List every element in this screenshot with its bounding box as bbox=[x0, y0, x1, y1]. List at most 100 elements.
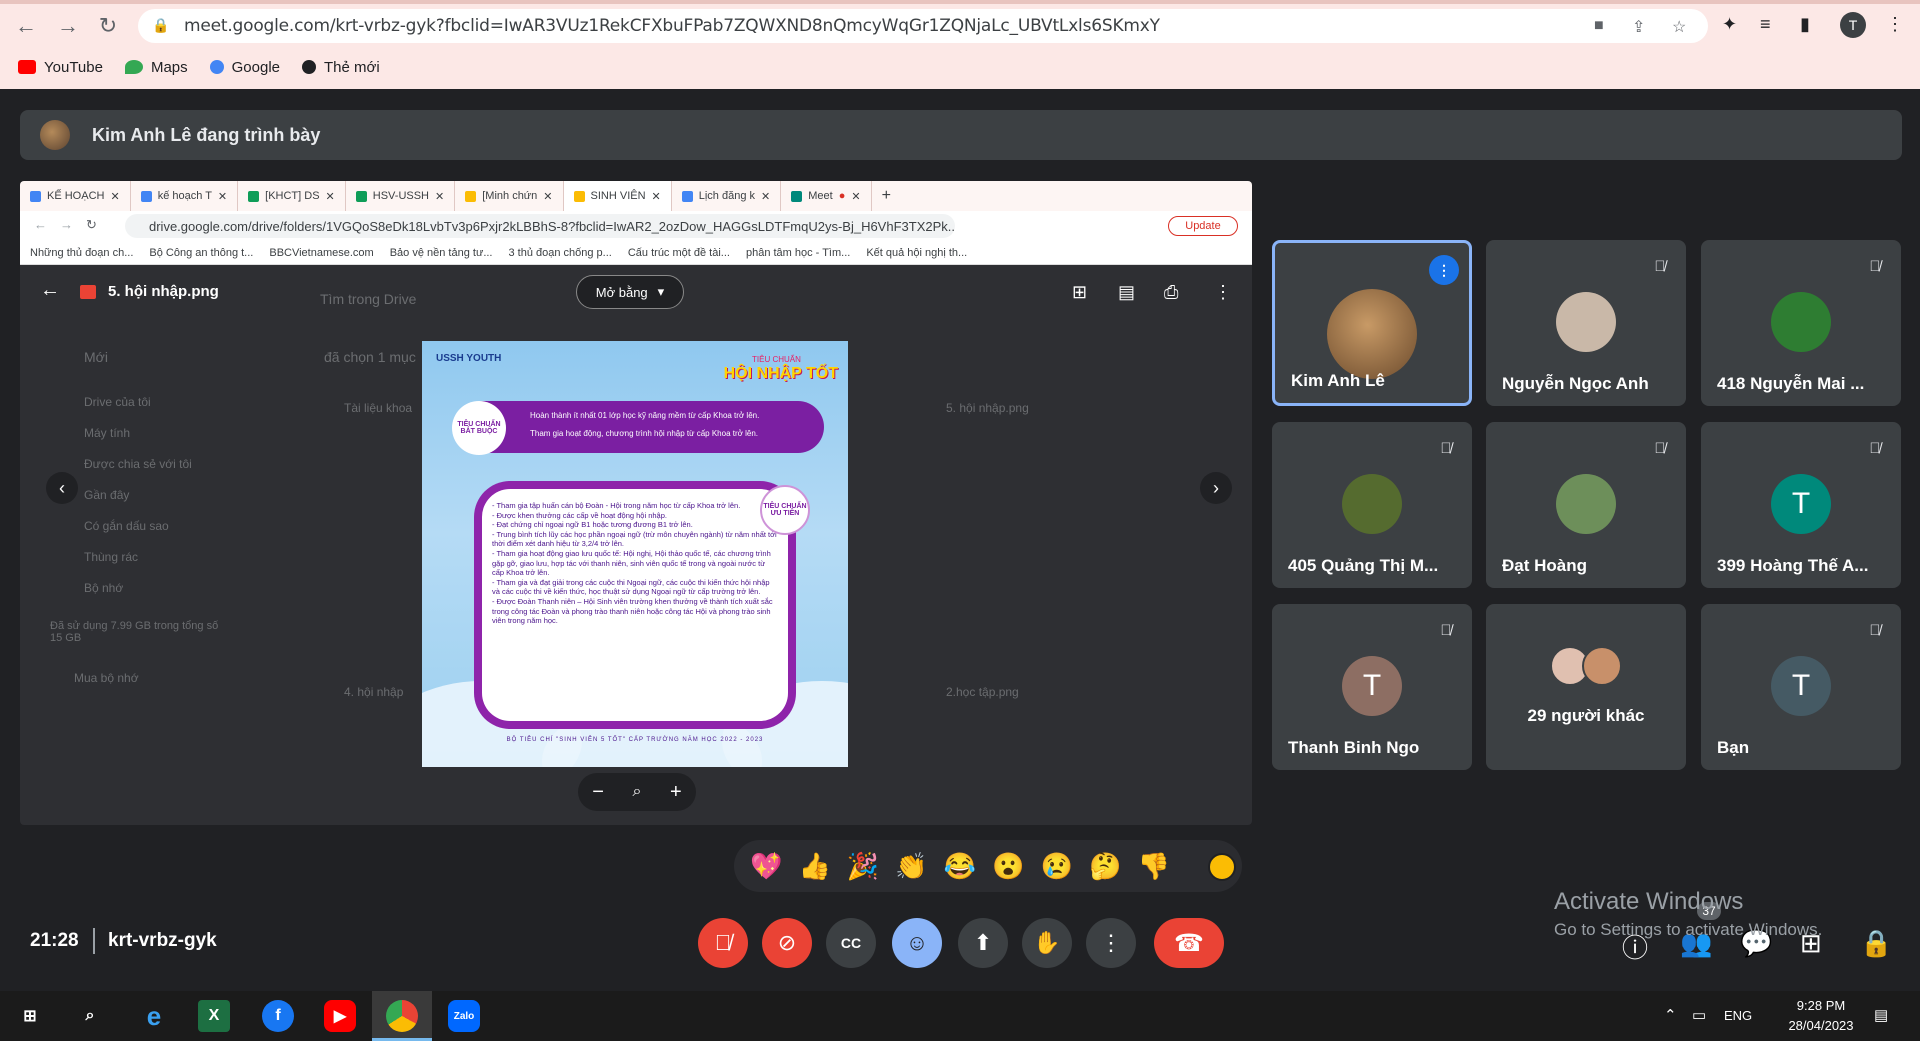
reaction-laugh[interactable]: 😂 bbox=[944, 851, 976, 882]
bookmark-new-tab[interactable]: Thẻ mới bbox=[302, 56, 380, 78]
shared-tab: Meet ● ✕ bbox=[781, 181, 872, 211]
reaction-party[interactable]: 🎉 bbox=[847, 851, 879, 882]
mic-toggle-button[interactable]: 🎙̸ bbox=[698, 918, 748, 968]
reactions-bar: 💖 👍 🎉 👏 😂 😮 😢 🤔 👎 bbox=[734, 840, 1242, 892]
reaction-thinking[interactable]: 🤔 bbox=[1089, 851, 1121, 882]
skin-tone-button[interactable] bbox=[1208, 853, 1236, 881]
side-panel-icon[interactable]: ▮ bbox=[1800, 14, 1810, 35]
present-button[interactable]: ⬆ bbox=[958, 918, 1008, 968]
activate-windows-title: Activate Windows bbox=[1554, 888, 1744, 915]
menu-icon[interactable]: ⋮ bbox=[1886, 14, 1904, 35]
participant-tile[interactable]: 🎙̸ Nguyễn Ngọc Anh bbox=[1486, 240, 1686, 406]
battery-icon[interactable]: ▭ bbox=[1692, 1006, 1706, 1024]
leave-call-button[interactable]: ☎ bbox=[1154, 918, 1224, 968]
excel-icon[interactable]: X bbox=[198, 1000, 230, 1032]
shared-tab-label: HSV-USSH bbox=[372, 190, 430, 202]
presenter-label: Kim Anh Lê đang trình bày bbox=[92, 124, 321, 145]
tray-date: 28/04/2023 bbox=[1788, 1018, 1854, 1033]
participant-tile[interactable]: 🎙̸ Đạt Hoàng bbox=[1486, 422, 1686, 588]
tray-clock[interactable]: 9:28 PM 28/04/2023 bbox=[1774, 996, 1868, 1036]
youtube-app-icon[interactable]: ▶ bbox=[324, 1000, 356, 1032]
shared-tab: HSV-USSH ✕ bbox=[346, 181, 456, 211]
mic-off-icon: 🎙̸ bbox=[1440, 439, 1452, 457]
tray-chevron-icon[interactable]: ⌃ bbox=[1664, 1006, 1677, 1024]
participant-avatar: T bbox=[1771, 474, 1831, 534]
bookmark-youtube[interactable]: YouTube bbox=[18, 56, 103, 78]
address-bar[interactable]: 🔒 meet.google.com/krt-vrbz-gyk?fbclid=Iw… bbox=[138, 9, 1708, 43]
hand-icon: ✋ bbox=[1033, 930, 1061, 955]
mic-off-icon: 🎙̸ bbox=[1869, 439, 1881, 457]
bookmark-label: Google bbox=[231, 58, 281, 76]
camera-toggle-button[interactable]: ⊘ bbox=[762, 918, 812, 968]
reaction-sad[interactable]: 😢 bbox=[1041, 851, 1073, 882]
meeting-code: krt-vrbz-gyk bbox=[108, 930, 217, 951]
extensions-icon[interactable]: ✦ bbox=[1722, 14, 1737, 35]
windows-start-icon[interactable]: ⊞ bbox=[14, 1000, 46, 1032]
globe-icon bbox=[302, 60, 317, 74]
participant-tile[interactable]: 🎙̸ 405 Quảng Thị M... bbox=[1272, 422, 1472, 588]
self-tile[interactable]: T 🎙̸ Bạn bbox=[1701, 604, 1901, 770]
hang-up-icon: ☎ bbox=[1174, 929, 1204, 957]
participant-name: Bạn bbox=[1717, 738, 1750, 757]
chrome-icon[interactable] bbox=[386, 1000, 418, 1032]
mic-off-icon: 🎙̸ bbox=[714, 930, 732, 955]
bookmark-google[interactable]: Google bbox=[209, 56, 281, 78]
profile-avatar[interactable]: T bbox=[1840, 12, 1866, 38]
participant-tile[interactable]: ⋮ Kim Anh Lê bbox=[1272, 240, 1472, 406]
required-line: Tham gia hoạt động, chương trình hội nhậ… bbox=[530, 429, 759, 438]
drive-file-ghost: 4. hội nhập bbox=[344, 685, 404, 699]
reaction-thumbs-up[interactable]: 👍 bbox=[798, 851, 830, 882]
back-icon[interactable]: ← bbox=[10, 10, 42, 42]
forward-icon[interactable]: → bbox=[52, 10, 84, 42]
language-indicator[interactable]: ENG bbox=[1724, 1008, 1752, 1023]
reaction-surprised[interactable]: 😮 bbox=[992, 851, 1024, 882]
mic-off-icon: 🎙̸ bbox=[1654, 439, 1666, 457]
shared-tab: Lịch đăng k ✕ bbox=[672, 181, 782, 211]
presenter-banner: Kim Anh Lê đang trình bày bbox=[20, 110, 1902, 160]
drive-file-ghost: 2.học tập.png bbox=[946, 685, 1019, 699]
zalo-icon[interactable]: Zalo bbox=[448, 1000, 480, 1032]
image-file-icon bbox=[80, 285, 96, 299]
shared-bookmark: BBCVietnamese.com bbox=[269, 246, 374, 259]
bookmark-label: Thẻ mới bbox=[324, 58, 380, 76]
captions-button[interactable]: CC bbox=[826, 918, 876, 968]
participant-tile[interactable]: 🎙̸ 418 Nguyễn Mai ... bbox=[1701, 240, 1901, 406]
more-icon: ⋮ bbox=[1214, 282, 1232, 302]
reaction-clap[interactable]: 👏 bbox=[895, 851, 927, 882]
participant-tile[interactable]: T 🎙̸ 399 Hoàng Thế A... bbox=[1701, 422, 1901, 588]
participant-name: 418 Nguyễn Mai ... bbox=[1717, 374, 1865, 393]
participant-avatar bbox=[1327, 289, 1417, 379]
share-icon[interactable]: ⇪ bbox=[1632, 17, 1645, 37]
tray-time: 9:28 PM bbox=[1796, 998, 1846, 1013]
priority-criteria: - Tham gia tập huấn cán bộ Đoàn - Hội tr… bbox=[474, 481, 796, 729]
participant-tile[interactable]: T 🎙̸ Thanh Binh Ngo bbox=[1272, 604, 1472, 770]
reactions-button[interactable]: ☺ bbox=[892, 918, 942, 968]
star-icon[interactable]: ☆ bbox=[1672, 17, 1686, 37]
facebook-icon[interactable]: f bbox=[262, 1000, 294, 1032]
reaction-thumbs-down[interactable]: 👎 bbox=[1138, 851, 1170, 882]
raise-hand-button[interactable]: ✋ bbox=[1022, 918, 1072, 968]
url-text: meet.google.com/krt-vrbz-gyk?fbclid=IwAR… bbox=[184, 16, 1160, 36]
zoom-in-icon: + bbox=[670, 780, 682, 803]
participant-avatar bbox=[1342, 474, 1402, 534]
edge-icon[interactable]: e bbox=[138, 1000, 170, 1032]
reaction-heart[interactable]: 💖 bbox=[750, 851, 782, 882]
divider bbox=[93, 928, 95, 954]
camera-icon[interactable]: ■ bbox=[1594, 17, 1604, 35]
next-arrow-icon: › bbox=[1200, 472, 1232, 504]
mic-off-icon: 🎙̸ bbox=[1440, 621, 1452, 639]
docs-icon bbox=[681, 190, 693, 202]
notifications-icon[interactable]: ▤ bbox=[1874, 1006, 1888, 1024]
search-icon[interactable]: ⌕ bbox=[74, 1000, 106, 1032]
media-icon[interactable]: ≡ bbox=[1760, 14, 1771, 35]
drive-file-ghost: Tài liệu khoa bbox=[344, 401, 413, 415]
others-tile[interactable]: 29 người khác bbox=[1486, 604, 1686, 770]
host-controls-icon[interactable]: 🔒 bbox=[1860, 928, 1892, 959]
more-options-button[interactable]: ⋮ bbox=[1086, 918, 1136, 968]
required-criteria: Hoàn thành ít nhất 01 lớp học kỹ năng mề… bbox=[458, 401, 824, 453]
meet-icon bbox=[791, 190, 803, 202]
shared-bookmark: Cấu trúc một đề tài... bbox=[627, 246, 730, 259]
drive-nav-ghost: Thùng rác bbox=[84, 550, 139, 564]
bookmark-maps[interactable]: Maps bbox=[124, 56, 188, 78]
reload-icon[interactable]: ↻ bbox=[92, 10, 124, 42]
